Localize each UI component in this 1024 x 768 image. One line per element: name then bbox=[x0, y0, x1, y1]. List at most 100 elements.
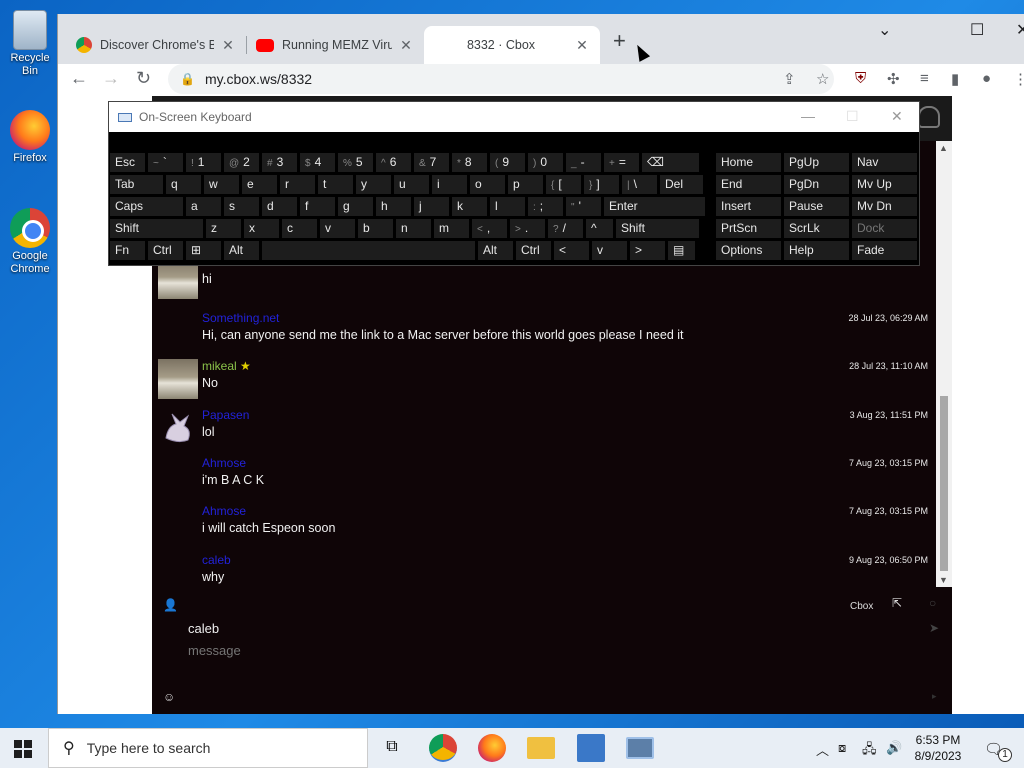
osk-key[interactable]: w bbox=[203, 174, 240, 195]
avatar[interactable] bbox=[158, 359, 198, 399]
external-link-icon[interactable]: ⇱ bbox=[892, 596, 902, 610]
network-icon[interactable]: 🖧 bbox=[862, 740, 877, 762]
message-author[interactable]: mikeal ★ bbox=[202, 359, 251, 373]
osk-key[interactable]: i bbox=[431, 174, 468, 195]
osk-key[interactable]: a bbox=[185, 196, 222, 217]
ublock-icon[interactable]: ⛨ bbox=[855, 70, 866, 87]
back-icon[interactable]: ← bbox=[70, 68, 88, 89]
avatar[interactable] bbox=[158, 408, 198, 448]
taskbar-clock[interactable]: 6:53 PM 8/9/2023 bbox=[903, 732, 973, 764]
chat-scrollbar[interactable]: ▲ ▼ bbox=[936, 141, 952, 587]
osk-key[interactable]: ~ ` bbox=[147, 152, 184, 173]
osk-key[interactable]: Fn bbox=[109, 240, 146, 261]
osk-key[interactable]: Nav bbox=[851, 152, 918, 173]
osk-key[interactable]: Ctrl bbox=[147, 240, 184, 261]
scrollbar-thumb[interactable] bbox=[940, 396, 948, 571]
osk-key[interactable]: ) 0 bbox=[527, 152, 564, 173]
chrome-taskbar-icon[interactable] bbox=[429, 734, 457, 762]
osk-key[interactable]: q bbox=[165, 174, 202, 195]
tray-app-icon[interactable]: ⧇ bbox=[838, 740, 846, 756]
osk-key[interactable]: Help bbox=[783, 240, 850, 261]
close-icon[interactable]: ✕ bbox=[220, 37, 236, 54]
osk-key[interactable]: m bbox=[433, 218, 470, 239]
osk-key[interactable]: f bbox=[299, 196, 336, 217]
message-author[interactable]: Something.net bbox=[202, 311, 279, 325]
osk-key[interactable]: Insert bbox=[715, 196, 782, 217]
firefox-taskbar-icon[interactable] bbox=[478, 734, 506, 762]
osk-key[interactable]: PgDn bbox=[783, 174, 850, 195]
close-button[interactable]: ✕ bbox=[891, 108, 903, 125]
osk-key[interactable]: t bbox=[317, 174, 354, 195]
osk-key[interactable]: Del bbox=[659, 174, 704, 195]
osk-key[interactable]: u bbox=[393, 174, 430, 195]
tab-cbox[interactable]: 8332 · Cbox ✕ bbox=[424, 26, 600, 64]
osk-key[interactable]: h bbox=[375, 196, 412, 217]
osk-key[interactable]: :; bbox=[527, 196, 564, 217]
osk-key[interactable]: > bbox=[629, 240, 666, 261]
chrome-desktop-icon[interactable]: Google Chrome bbox=[2, 208, 58, 276]
osk-key[interactable]: Pause bbox=[783, 196, 850, 217]
osk-key[interactable]: ▤ bbox=[667, 240, 696, 261]
osk-key[interactable]: % 5 bbox=[337, 152, 374, 173]
osk-key[interactable]: < bbox=[553, 240, 590, 261]
osk-key[interactable]: PrtScn bbox=[715, 218, 782, 239]
osk-key[interactable]: >. bbox=[509, 218, 546, 239]
tab-search-icon[interactable]: ⌄ bbox=[878, 20, 891, 40]
osk-key[interactable]: j bbox=[413, 196, 450, 217]
close-icon[interactable]: ✕ bbox=[574, 37, 590, 54]
osk-key[interactable]: }] bbox=[583, 174, 620, 195]
osk-key[interactable]: e bbox=[241, 174, 278, 195]
osk-key[interactable]: " ' bbox=[565, 196, 602, 217]
message-author[interactable]: Ahmose bbox=[202, 456, 246, 470]
osk-key[interactable]: y bbox=[355, 174, 392, 195]
media-control-icon[interactable]: ≡ bbox=[920, 70, 929, 87]
task-view-icon[interactable]: ⧉ bbox=[378, 734, 406, 762]
osk-key[interactable]: l bbox=[489, 196, 526, 217]
osk-key[interactable] bbox=[261, 240, 476, 261]
osk-key[interactable]: n bbox=[395, 218, 432, 239]
reload-icon[interactable]: ↻ bbox=[136, 68, 151, 89]
osk-key[interactable]: <, bbox=[471, 218, 508, 239]
bookmark-star-icon[interactable]: ☆ bbox=[816, 70, 829, 88]
osk-key[interactable]: _ - bbox=[565, 152, 602, 173]
file-explorer-icon[interactable] bbox=[527, 737, 555, 759]
osk-key[interactable]: s bbox=[223, 196, 260, 217]
osk-key[interactable]: {[ bbox=[545, 174, 582, 195]
osk-key[interactable]: Home bbox=[715, 152, 782, 173]
osk-key[interactable]: o bbox=[469, 174, 506, 195]
osk-key[interactable]: d bbox=[261, 196, 298, 217]
cbox-link[interactable]: Cbox bbox=[850, 601, 873, 612]
close-window-button[interactable]: ✕ bbox=[1016, 20, 1024, 40]
user-icon[interactable]: 👤 bbox=[163, 598, 178, 612]
osk-key[interactable]: | \ bbox=[621, 174, 658, 195]
username-field[interactable]: caleb bbox=[188, 621, 219, 636]
osk-key[interactable]: v bbox=[591, 240, 628, 261]
osk-key[interactable]: Caps bbox=[109, 196, 184, 217]
osk-key[interactable]: End bbox=[715, 174, 782, 195]
message-author[interactable]: Ahmose bbox=[202, 504, 246, 518]
scroll-down-icon[interactable]: ▼ bbox=[939, 575, 948, 585]
scroll-up-icon[interactable]: ▲ bbox=[939, 143, 948, 153]
taskbar-search[interactable]: ⚲ Type here to search bbox=[48, 728, 368, 768]
osk-key[interactable]: @2 bbox=[223, 152, 260, 173]
osk-key[interactable]: ⌫ bbox=[641, 152, 700, 173]
osk-key[interactable]: x bbox=[243, 218, 280, 239]
osk-key[interactable]: Tab bbox=[109, 174, 164, 195]
osk-key[interactable]: p bbox=[507, 174, 544, 195]
windows-start-icon[interactable] bbox=[14, 740, 32, 758]
menu-icon[interactable]: ⋮ bbox=[1013, 70, 1024, 88]
osk-key[interactable]: Options bbox=[715, 240, 782, 261]
profile-icon[interactable]: ● bbox=[982, 70, 991, 87]
osk-key[interactable]: k bbox=[451, 196, 488, 217]
share-icon[interactable]: ⇪ bbox=[783, 70, 796, 88]
osk-key[interactable]: b bbox=[357, 218, 394, 239]
osk-key[interactable]: Mv Dn bbox=[851, 196, 918, 217]
maximize-button[interactable]: ☐ bbox=[970, 20, 984, 40]
store-icon[interactable] bbox=[577, 734, 605, 762]
volume-icon[interactable]: 🔊 bbox=[886, 740, 902, 756]
message-author[interactable]: caleb bbox=[202, 553, 231, 567]
osk-key[interactable]: Mv Up bbox=[851, 174, 918, 195]
tab-discover-chrome[interactable]: Discover Chrome's Bu ✕ bbox=[66, 26, 246, 64]
address-bar[interactable]: 🔒 my.cbox.ws/8332 bbox=[168, 64, 834, 94]
emoji-icon[interactable]: ☺ bbox=[163, 690, 175, 704]
